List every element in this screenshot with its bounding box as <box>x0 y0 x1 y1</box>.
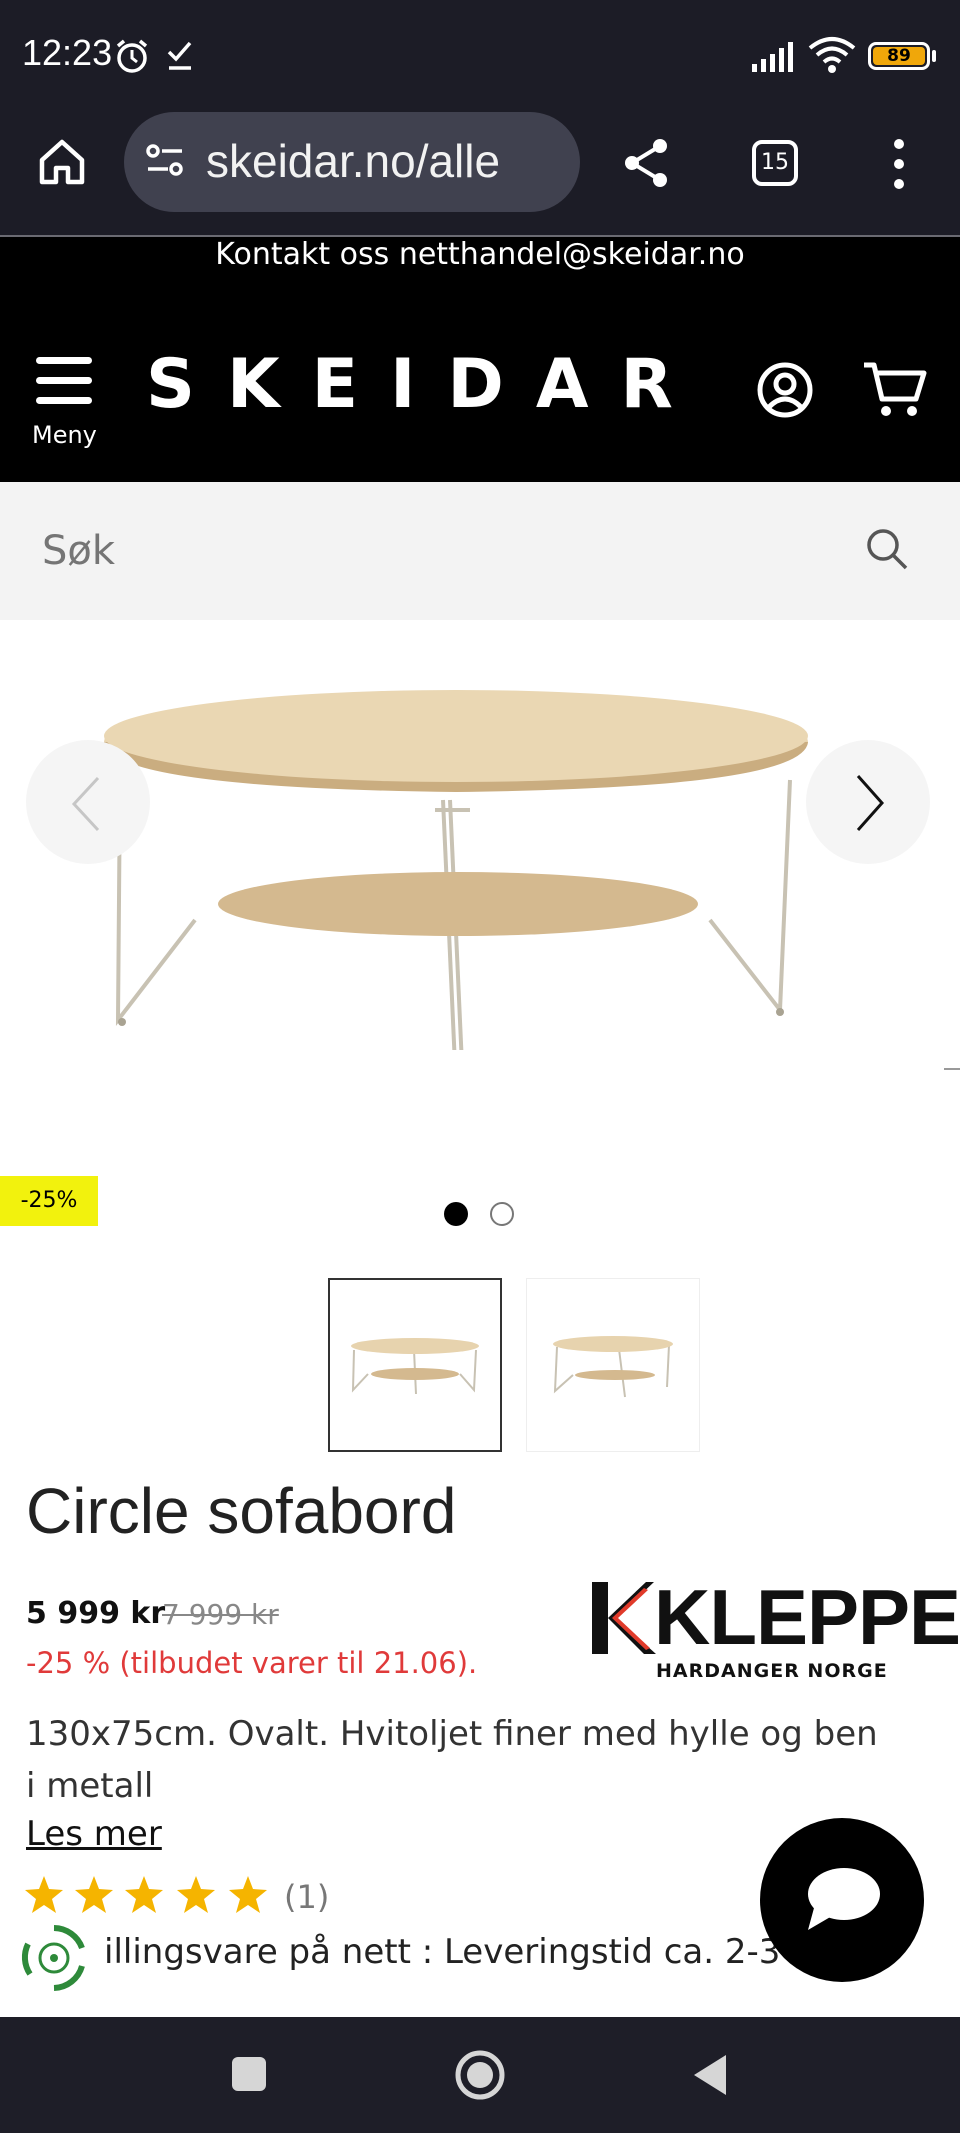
home-button[interactable] <box>454 2049 506 2101</box>
more-icon[interactable] <box>884 136 914 192</box>
product-image <box>104 690 808 1050</box>
recents-button[interactable] <box>232 2057 266 2091</box>
brand-subtitle: HARDANGER NORGE <box>656 1660 888 1682</box>
site-settings-icon[interactable] <box>144 140 186 182</box>
status-bar: 12:23 89 <box>0 0 960 112</box>
thumbnail-2[interactable] <box>526 1278 700 1452</box>
product-image-carousel[interactable] <box>0 620 960 1160</box>
skeidar-logo[interactable]: SKEIDAR <box>146 345 705 424</box>
share-icon[interactable] <box>620 136 674 190</box>
thumbnail-image <box>553 1336 673 1398</box>
brand-logo[interactable]: KLEPPE HARDANGER NORGE <box>588 1573 960 1688</box>
system-nav-bar <box>0 2017 960 2133</box>
thumbnail-1[interactable] <box>328 1278 502 1452</box>
star-icon <box>25 1876 267 1913</box>
carousel-next-button[interactable] <box>806 740 930 864</box>
chat-button[interactable] <box>760 1818 924 1982</box>
search-input[interactable] <box>40 520 844 582</box>
contact-text[interactable]: Kontakt oss netthandel@skeidar.no <box>0 237 960 272</box>
site-header: Kontakt oss netthandel@skeidar.no Meny S… <box>0 237 960 482</box>
battery-level: 89 <box>873 47 925 65</box>
back-button[interactable] <box>690 2053 730 2097</box>
browser-toolbar: skeidar.no/alle 15 <box>0 112 960 236</box>
tabs-icon[interactable]: 15 <box>752 140 798 186</box>
read-more-link[interactable]: Les mer <box>26 1814 162 1854</box>
battery-tip <box>932 50 936 62</box>
delivery-info: illingsvare på nett : Leveringstid ca. 2… <box>104 1932 781 1972</box>
cart-icon[interactable] <box>862 359 928 421</box>
account-icon[interactable] <box>756 361 814 419</box>
task-check-icon <box>167 41 192 70</box>
recycle-icon <box>21 1925 85 1991</box>
star-rating[interactable] <box>24 1874 274 1918</box>
search-bar <box>0 482 960 620</box>
chevron-left-icon <box>71 776 100 832</box>
wifi-icon <box>808 37 856 73</box>
carousel-prev-button[interactable] <box>26 740 150 864</box>
home-icon[interactable] <box>36 136 88 188</box>
product-description: 130x75cm. Ovalt. Hvitoljet finer med hyl… <box>26 1714 878 1806</box>
product-old-price: 7 999 kr <box>162 1598 279 1631</box>
menu-icon <box>36 357 92 404</box>
status-time: 12:23 <box>22 32 113 73</box>
menu-label: Meny <box>32 421 97 449</box>
signal-icon <box>752 42 793 72</box>
thumbnail-image <box>351 1338 479 1395</box>
carousel-dot[interactable] <box>490 1202 514 1226</box>
next-image-edge <box>944 1068 960 1070</box>
kleppe-k-mark <box>592 1582 656 1654</box>
brand-name: KLEPPE <box>654 1573 960 1661</box>
url-text: skeidar.no/alle <box>206 135 501 187</box>
alarm-icon <box>116 39 148 73</box>
carousel-dot-active[interactable] <box>444 1202 468 1226</box>
discount-badge: -25% <box>0 1176 98 1226</box>
chevron-right-icon <box>856 775 885 831</box>
offer-text: -25 % (tilbudet varer til 21.06). <box>26 1646 478 1680</box>
chat-icon <box>808 1868 880 1930</box>
address-bar[interactable]: skeidar.no/alle <box>124 112 580 212</box>
review-count[interactable]: (1) <box>284 1878 329 1916</box>
search-icon[interactable] <box>864 526 910 572</box>
product-price: 5 999 kr <box>26 1596 166 1631</box>
battery-icon: 89 <box>868 42 930 70</box>
product-title: Circle sofabord <box>26 1475 457 1547</box>
